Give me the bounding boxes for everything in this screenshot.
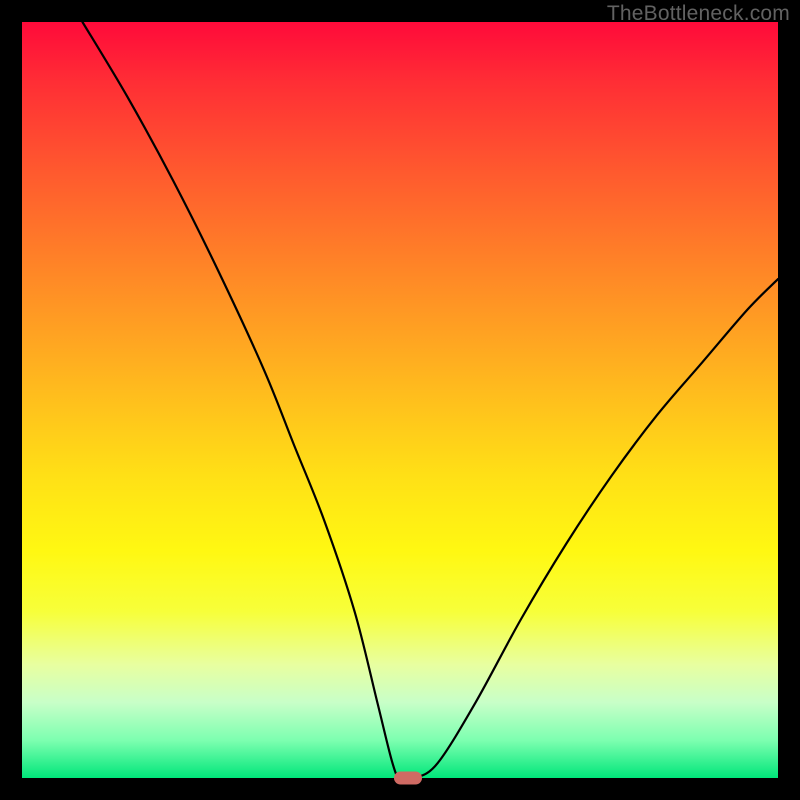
chart-container: TheBottleneck.com — [0, 0, 800, 800]
optimal-marker — [394, 772, 422, 785]
curve-svg — [22, 22, 778, 778]
bottleneck-curve-path — [82, 22, 778, 778]
watermark-text: TheBottleneck.com — [607, 2, 790, 26]
plot-area — [22, 22, 778, 778]
